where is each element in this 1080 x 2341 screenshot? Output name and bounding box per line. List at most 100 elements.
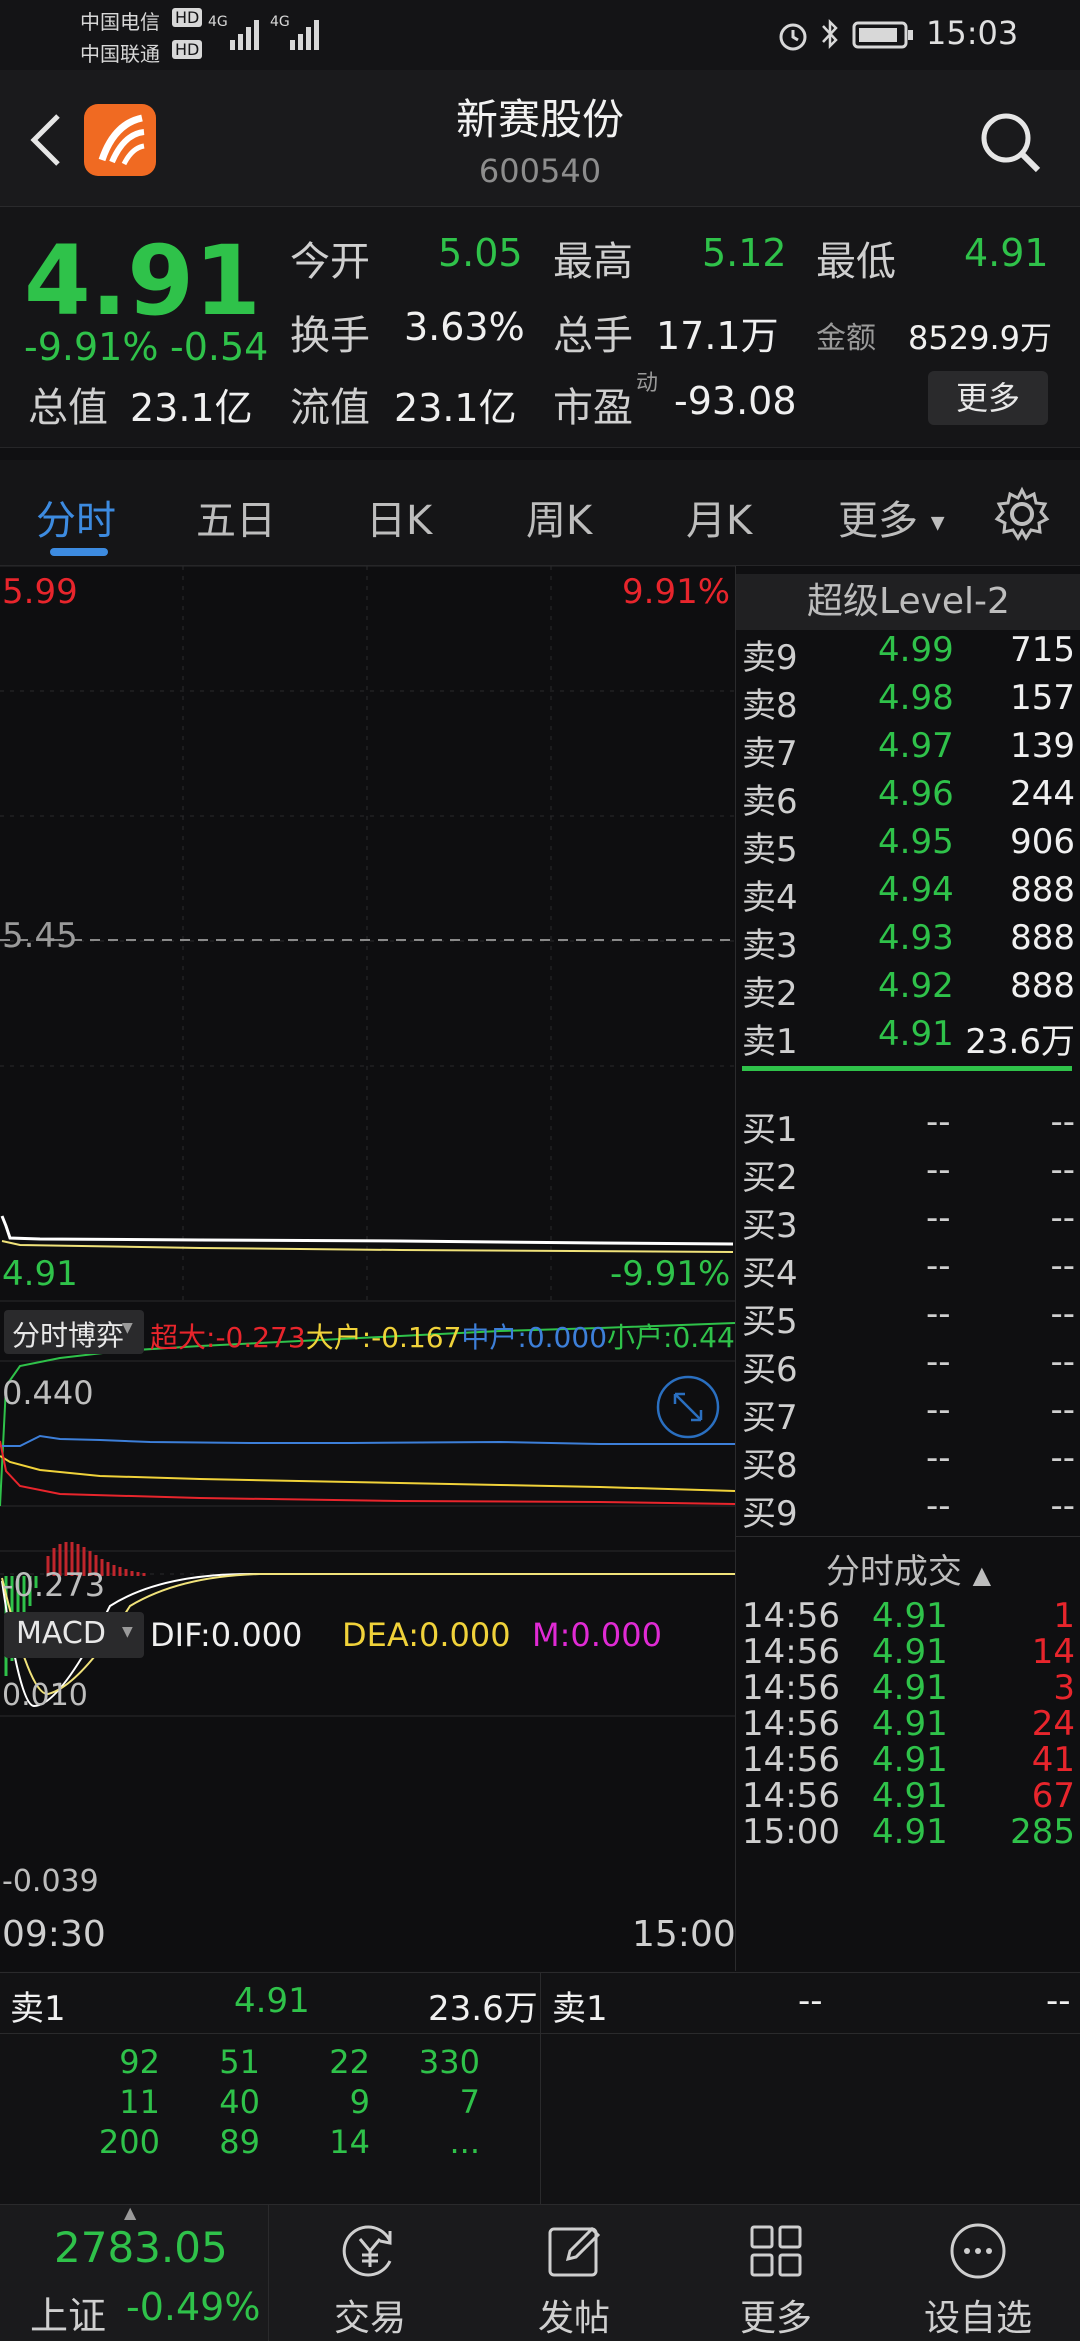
tab-more-label: 更多 <box>838 498 918 544</box>
queue-order-size: 7 <box>459 2083 480 2121</box>
bid-price: -- <box>926 1198 951 1238</box>
bid-level-label: 买7 <box>742 1398 798 1438</box>
bid-row: 买7 -- -- <box>736 1390 1080 1438</box>
hd-badge-2: HD <box>172 40 203 59</box>
ask-row: 卖7 4.97 139 <box>736 726 1080 774</box>
trade-time: 14:56 <box>742 1776 840 1816</box>
ask-row: 卖1 4.91 23.6万 <box>736 1014 1080 1062</box>
flow-axis-bottom: -0.273 <box>2 1566 106 1604</box>
amount-label: 金额 <box>816 321 876 356</box>
volume-value: 17.1万 <box>656 314 779 358</box>
trade-price: 4.91 <box>872 1668 948 1708</box>
ask-row: 卖2 4.92 888 <box>736 966 1080 1014</box>
bid-row: 买5 -- -- <box>736 1294 1080 1342</box>
ask-row: 卖6 4.96 244 <box>736 774 1080 822</box>
ask-row: 卖9 4.99 715 <box>736 630 1080 678</box>
queue-order-size: 9 <box>349 2083 370 2121</box>
carrier-1: 中国电信 <box>80 10 160 34</box>
trade-price: 4.91 <box>872 1632 948 1672</box>
float-cap-value: 23.1亿 <box>394 386 517 430</box>
ask-volume: 888 <box>1010 918 1075 958</box>
open-label: 今开 <box>290 239 370 285</box>
tab-daily-k[interactable]: 日K <box>366 488 432 546</box>
tab-five-day[interactable]: 五日 <box>196 488 276 546</box>
ask-price: 4.99 <box>878 630 954 670</box>
super-large-flow-line <box>0 1440 735 1505</box>
bid-level-label: 买3 <box>742 1206 798 1246</box>
queue-bid-volume: -- <box>1046 1981 1071 2021</box>
search-icon[interactable] <box>976 108 1046 178</box>
intraday-chart-area[interactable]: 5.99 9.91% 5.45 4.91 -9.91% 分时博弈 ▼ 超大:-0… <box>0 566 753 1971</box>
bid-volume: -- <box>1050 1246 1075 1286</box>
bid-volume: -- <box>1050 1294 1075 1334</box>
signal-icon-1 <box>230 20 259 50</box>
price-axis-top: 5.99 <box>2 572 78 612</box>
settings-gear-icon[interactable] <box>992 484 1052 544</box>
turnover-value: 3.63% <box>404 305 525 349</box>
nav-more[interactable]: 更多 <box>696 2205 856 2341</box>
tab-intraday[interactable]: 分时 <box>36 488 116 546</box>
bid-volume: -- <box>1050 1390 1075 1430</box>
status-bar: 中国电信 HD 中国联通 HD 4G 4G 15:03 <box>0 0 1080 70</box>
fullscreen-expand-icon[interactable] <box>655 1374 721 1440</box>
tab-more[interactable]: 更多 ▼ <box>838 488 945 546</box>
bid-row: 买2 -- -- <box>736 1150 1080 1198</box>
ask-row: 卖5 4.95 906 <box>736 822 1080 870</box>
ask-level-label: 卖4 <box>742 878 798 918</box>
m-legend: M:0.000 <box>532 1616 662 1654</box>
bid-price: -- <box>926 1486 951 1526</box>
trades-title[interactable]: 分时成交 ▲ <box>736 1544 1080 1593</box>
market-cap-value: 23.1亿 <box>130 386 253 430</box>
trade-row: 15:00 4.91 285 <box>736 1812 1080 1860</box>
caret-down-icon: ▼ <box>122 1320 133 1336</box>
chart-tabs: 分时 五日 日K 周K 月K 更多 ▼ <box>0 460 1080 566</box>
nav-trade-label: 交易 <box>333 2298 406 2339</box>
nav-post[interactable]: 发帖 <box>494 2205 654 2341</box>
tab-weekly-k[interactable]: 周K <box>526 488 592 546</box>
float-cap-label: 流值 <box>290 385 370 431</box>
ask-level-label: 卖8 <box>742 686 798 726</box>
trade-price: 4.91 <box>872 1812 948 1852</box>
flow-indicator-selector[interactable]: 分时博弈 ▼ <box>4 1310 144 1354</box>
bid-price: -- <box>926 1150 951 1190</box>
trade-volume: 24 <box>1031 1704 1075 1744</box>
time-axis-end: 15:00 <box>632 1914 736 1955</box>
market-cap-label: 总值 <box>28 385 108 431</box>
bid-price: -- <box>926 1102 951 1142</box>
ask-volume: 715 <box>1010 630 1075 670</box>
bid-list: 买1 -- -- 买2 -- -- 买3 -- -- 买4 -- -- 买5 -- -- 买6 -- -- 买7 --… <box>736 1094 1080 1534</box>
dif-value: 0.000 <box>210 1616 303 1654</box>
clock: 15:03 <box>926 14 1019 52</box>
pe-superscript: 动 <box>636 371 659 396</box>
quote-more-button[interactable]: 更多 <box>928 371 1048 425</box>
ask-row: 卖8 4.98 157 <box>736 678 1080 726</box>
bid-level-label: 买1 <box>742 1110 798 1150</box>
queue-ask-label: 卖1 <box>10 1989 66 2029</box>
large-value: -0.167 <box>371 1321 462 1354</box>
trade-price: 4.91 <box>872 1776 948 1816</box>
nav-trade[interactable]: 交易 <box>290 2205 450 2341</box>
dea-legend: DEA:0.000 <box>342 1616 511 1654</box>
macd-selector-label: MACD <box>16 1616 106 1651</box>
caret-down-icon: ▼ <box>930 512 945 534</box>
super-value: -0.273 <box>215 1321 306 1354</box>
nav-add-watchlist[interactable]: 设自选 <box>898 2205 1058 2341</box>
queue-order-size: 92 <box>119 2043 160 2081</box>
macd-indicator-selector[interactable]: MACD ▼ <box>4 1612 144 1658</box>
high-value: 5.12 <box>702 231 787 275</box>
bid-level-label: 买9 <box>742 1494 798 1534</box>
caret-down-icon: ▼ <box>122 1624 133 1640</box>
ask-volume: 888 <box>1010 966 1075 1006</box>
large-investor-flow-line <box>0 1455 735 1492</box>
dea-label: DEA: <box>342 1616 419 1654</box>
queue-order-size: 40 <box>219 2083 260 2121</box>
macd-axis-bottom: -0.039 <box>2 1864 99 1899</box>
trade-volume: 3 <box>1053 1668 1075 1708</box>
tab-monthly-k[interactable]: 月K <box>686 488 752 546</box>
level2-title[interactable]: 超级Level-2 <box>736 574 1080 630</box>
bid-level-label: 买4 <box>742 1254 798 1294</box>
nav-more-label: 更多 <box>739 2298 812 2339</box>
index-ticker[interactable]: ▲ 2783.05 上证 -0.49% <box>0 2203 269 2341</box>
flow-selector-label: 分时博弈 <box>12 1319 125 1352</box>
bid-price: -- <box>926 1246 951 1286</box>
